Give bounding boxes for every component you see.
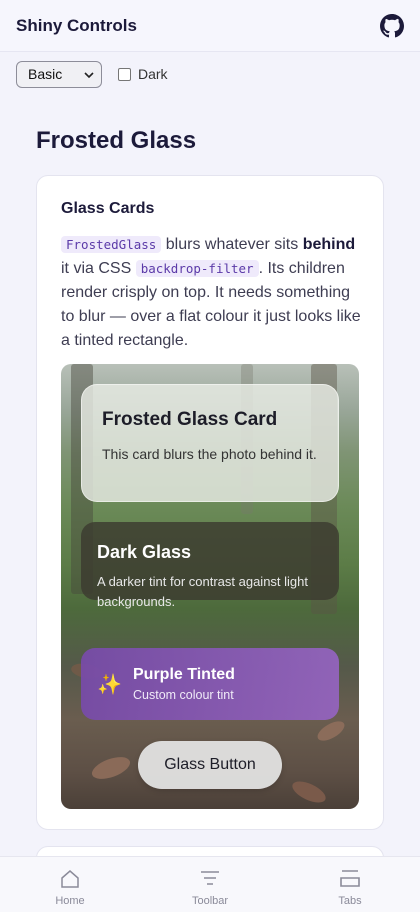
app-header: Shiny Controls	[0, 0, 420, 52]
dark-card-title: Dark Glass	[97, 542, 192, 562]
home-icon	[59, 869, 81, 889]
section-title: Frosted Glass	[36, 127, 197, 154]
card-title: Glass Cards	[61, 200, 155, 217]
purple-tinted-card: ✨ Purple Tinted Custom colour tint	[81, 648, 339, 720]
bottom-tab-bar: Home Toolbar Tabs	[0, 856, 420, 912]
toolbar-icon	[199, 869, 221, 889]
github-icon[interactable]	[380, 13, 404, 38]
sparkles-icon: ✨	[97, 674, 122, 696]
card-description: FrostedGlass blurs whatever sits behind …	[61, 236, 361, 349]
code-frosted-glass: FrostedGlass	[61, 236, 162, 253]
app-title: Shiny Controls	[16, 15, 137, 35]
glass-cards-card: Glass Cards FrostedGlass blurs whatever …	[36, 175, 384, 830]
code-backdrop-filter: backdrop-filter	[135, 260, 259, 277]
glass-button[interactable]: Glass Button	[138, 741, 282, 789]
tab-tabs[interactable]: Tabs	[280, 857, 420, 912]
style-select-value: Basic	[28, 66, 63, 82]
tabs-icon	[339, 869, 361, 889]
dark-toggle[interactable]: Dark	[118, 66, 168, 82]
dark-checkbox[interactable]	[118, 67, 131, 81]
dark-label: Dark	[138, 66, 168, 82]
frosted-card-title: Frosted Glass Card	[102, 409, 278, 430]
chevron-down-icon	[84, 66, 94, 82]
purple-card-title: Purple Tinted	[133, 666, 235, 683]
emphasis-behind: behind	[302, 236, 356, 253]
tab-home[interactable]: Home	[0, 857, 140, 912]
tab-toolbar[interactable]: Toolbar	[140, 857, 280, 912]
style-select[interactable]: Basic	[16, 60, 102, 88]
dark-card-text: A darker tint for contrast against light…	[97, 574, 308, 609]
controls-row: Basic Dark	[16, 60, 168, 88]
dark-glass-card: Dark Glass A darker tint for contrast ag…	[81, 522, 339, 609]
forest-photo-background: Frosted Glass Card This card blurs the p…	[61, 364, 359, 809]
tab-tabs-label: Tabs	[338, 895, 362, 907]
leaf	[314, 717, 348, 745]
tab-toolbar-label: Toolbar	[191, 895, 229, 907]
frosted-glass-card: Frosted Glass Card This card blurs the p…	[81, 384, 339, 502]
leaf	[89, 752, 133, 784]
leaf	[289, 777, 329, 807]
tab-home-label: Home	[55, 895, 85, 907]
frosted-card-text: This card blurs the photo behind it.	[102, 446, 317, 462]
purple-card-subtitle: Custom colour tint	[133, 688, 234, 702]
